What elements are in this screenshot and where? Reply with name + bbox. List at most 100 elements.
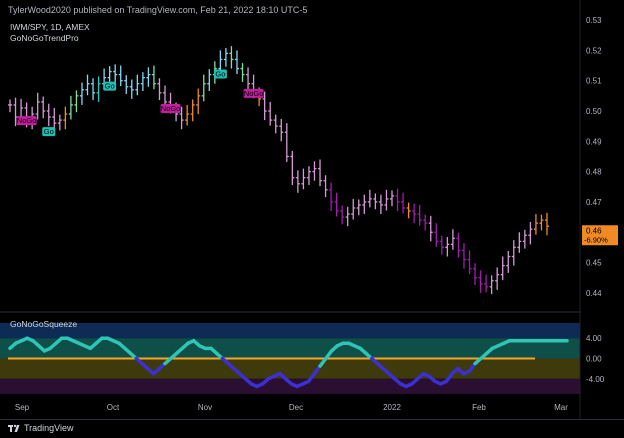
price-tick-label: 0.51 (586, 77, 602, 86)
price-bar (356, 199, 361, 216)
price-bar (334, 192, 339, 217)
price-bar (461, 243, 466, 269)
price-bar (495, 267, 500, 290)
price-bar (500, 256, 505, 281)
price-tick-label: 0.52 (586, 46, 602, 55)
time-tick-label: Sep (15, 403, 30, 412)
price-bar (74, 90, 79, 113)
price-bar (378, 194, 383, 215)
oscillator-pane (0, 323, 580, 394)
price-bar (124, 75, 129, 95)
price-bar (118, 65, 123, 87)
chart-canvas: NoGo Go Go NoGo Go NoGo 0.44 0.45 0.46 0.47 0.48 0… (0, 0, 618, 419)
price-bar (489, 275, 494, 295)
price-bar (395, 188, 400, 212)
price-bar (373, 193, 378, 210)
time-tick-label: 2022 (383, 403, 401, 412)
price-bar (240, 63, 245, 82)
price-bar (506, 251, 511, 273)
price-tick-label: 0.49 (586, 137, 602, 146)
price-bar (423, 214, 428, 231)
price-bar (52, 107, 57, 129)
signal-label: Go (215, 69, 225, 78)
nogo-signal-badge: NoGo (16, 116, 37, 126)
price-bar (284, 123, 289, 162)
price-pane: NoGo Go Go NoGo Go NoGo (8, 46, 549, 295)
price-bar (329, 182, 334, 212)
price-bar (417, 204, 422, 226)
price-bar (196, 88, 201, 115)
price-bar (268, 101, 273, 126)
price-bar (157, 78, 162, 101)
price-bar (63, 106, 68, 130)
oscillator-tick-label: -4.00 (586, 375, 605, 384)
signal-label: NoGo (244, 89, 264, 98)
price-bar (190, 99, 195, 122)
price-bar (207, 69, 212, 91)
squeeze-indicator-name[interactable]: GoNoGoSqueeze (10, 319, 77, 329)
price-bar (295, 170, 300, 193)
go-signal-badge: Go (103, 81, 117, 91)
go-signal-badge: Go (42, 127, 56, 137)
price-tick-label: 0.53 (586, 16, 602, 25)
signal-label: Go (44, 127, 54, 136)
price-bar (384, 189, 389, 211)
price-bar (517, 232, 522, 253)
price-bar (306, 166, 311, 185)
time-tick-label: Mar (554, 403, 568, 412)
price-bar (367, 189, 372, 208)
signal-label: NoGo (161, 104, 181, 113)
price-tick-label: 0.45 (586, 259, 602, 268)
price-bar (57, 114, 62, 131)
price-bar (545, 212, 549, 236)
signal-label: NoGo (17, 116, 37, 125)
price-bar (345, 206, 350, 227)
price-bar (434, 223, 439, 247)
published-header: TylerWood2020 published on TradingView.c… (8, 5, 308, 15)
price-bar (234, 50, 239, 75)
time-tick-label: Nov (198, 403, 212, 412)
price-bar (511, 240, 516, 266)
price-bar (539, 214, 544, 231)
price-bar (450, 229, 455, 250)
price-bar (362, 194, 367, 215)
price-bar (484, 274, 489, 293)
price-bar (439, 235, 444, 255)
price-bar (456, 232, 461, 258)
price-bar (533, 214, 538, 235)
price-bar (279, 118, 284, 142)
price-bar (8, 99, 12, 113)
nogo-signal-badge: NoGo (160, 103, 181, 113)
price-bar (473, 263, 478, 285)
nogo-signal-badge: NoGo (243, 88, 264, 98)
time-tick-label: Dec (289, 403, 303, 412)
price-bar (41, 96, 46, 119)
price-bar (79, 82, 84, 105)
price-bar (318, 159, 323, 187)
price-bar (46, 103, 51, 127)
price-bar (522, 229, 527, 249)
price-bar (290, 151, 295, 185)
price-bar (96, 76, 101, 102)
indicator-name[interactable]: GoNoGoTrendPro (10, 33, 79, 43)
price-tick-label: 0.44 (586, 289, 602, 298)
symbol-label[interactable]: IWM/SPY, 1D, AMEX (10, 22, 90, 32)
price-bar (312, 161, 317, 181)
price-bar (445, 237, 450, 257)
tradingview-logo[interactable]: TradingView (8, 423, 74, 433)
band-upper (0, 323, 580, 339)
price-tick-label: 0.47 (586, 198, 602, 207)
price-bar (351, 198, 356, 220)
price-bar (428, 215, 433, 242)
oscillator-tick-label: 4.00 (586, 334, 602, 343)
price-bar (135, 74, 140, 96)
price-bar (91, 78, 96, 101)
price-bar (85, 74, 90, 96)
price-bar (467, 250, 472, 275)
time-tick-label: Oct (107, 403, 120, 412)
price-bar (301, 168, 306, 190)
last-price: 0.46 (586, 226, 602, 235)
price-bar (140, 72, 145, 91)
go-signal-badge: Go (213, 69, 227, 79)
tradingview-icon (8, 424, 20, 432)
